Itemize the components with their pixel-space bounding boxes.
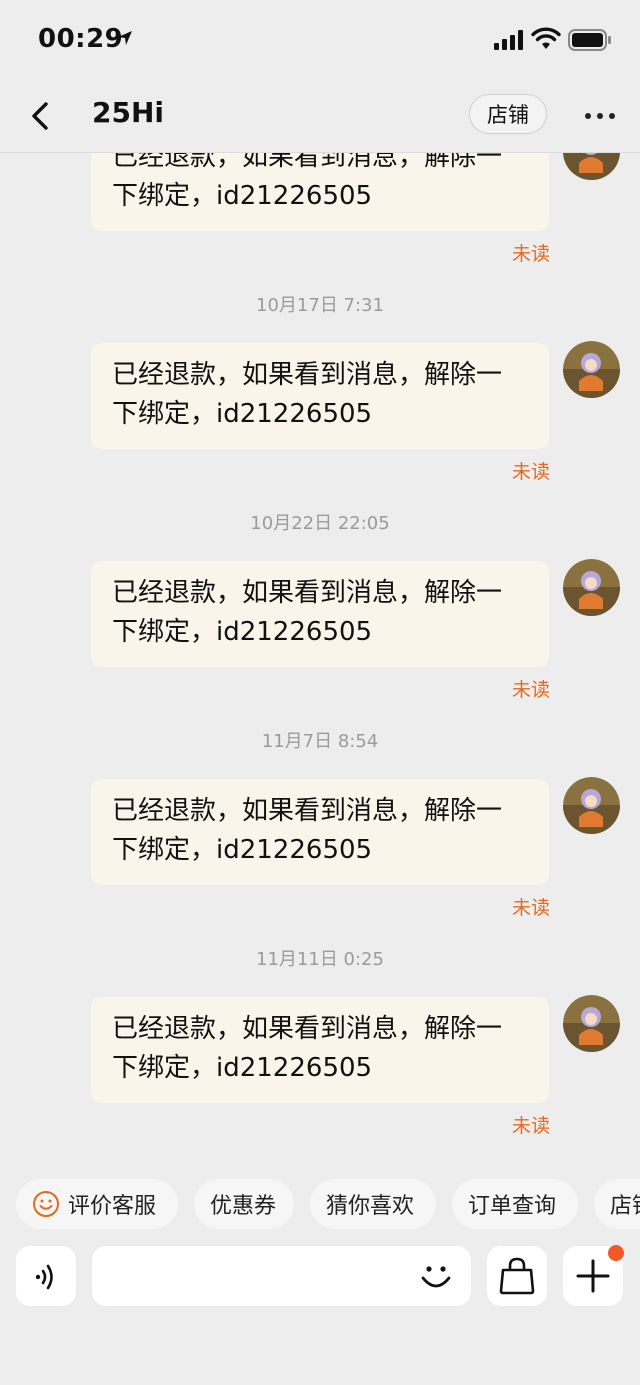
- message-bubble[interactable]: 已经退款，如果看到消息，解除一 下绑定，id21226505: [91, 561, 549, 667]
- shopping-bag-button[interactable]: [487, 1246, 547, 1306]
- message-bubble[interactable]: 已经退款，如果看到消息，解除一 下绑定，id21226505: [91, 779, 549, 885]
- chat-area[interactable]: 已经退款，如果看到消息，解除一 下绑定，id21226505 未读 10月17日…: [0, 153, 640, 1165]
- chip-label: 猜你喜欢: [326, 1194, 415, 1219]
- avatar-image: [563, 777, 620, 834]
- message-text-line: 下绑定，id21226505: [112, 1053, 373, 1083]
- more-dots-icon[interactable]: [582, 102, 618, 130]
- unread-status: 未读: [511, 461, 550, 483]
- location-arrow-icon: [118, 31, 132, 45]
- message-text-line: 已经退款，如果看到消息，解除一: [112, 153, 503, 172]
- message-timestamp: 10月17日 7:31: [256, 295, 384, 316]
- avatar[interactable]: [563, 153, 620, 180]
- chip-order-query[interactable]: 订单查询: [452, 1179, 578, 1229]
- avatar-image: [563, 153, 620, 180]
- status-time: 00:29: [38, 24, 124, 54]
- chip-shop[interactable]: 店铺: [594, 1179, 640, 1229]
- page-title: 25Hi: [92, 96, 164, 129]
- message-bubble[interactable]: 已经退款，如果看到消息，解除一 下绑定，id21226505: [91, 153, 549, 231]
- message-text-line: 下绑定，id21226505: [112, 399, 373, 429]
- unread-status: 未读: [511, 897, 550, 919]
- chip-label: 店铺: [610, 1194, 640, 1219]
- avatar[interactable]: [563, 559, 620, 616]
- quick-reply-bar: 评价客服 优惠券 猜你喜欢 订单查询 店铺: [16, 1179, 640, 1231]
- voice-icon: [35, 1264, 53, 1290]
- message-text-line: 下绑定，id21226505: [112, 835, 373, 865]
- chip-label: 评价客服: [68, 1194, 157, 1219]
- message-bubble[interactable]: 已经退款，如果看到消息，解除一 下绑定，id21226505: [91, 343, 549, 449]
- battery-icon: [568, 29, 611, 51]
- chip-label: 优惠券: [210, 1194, 277, 1219]
- message-text-line: 已经退款，如果看到消息，解除一: [112, 796, 503, 826]
- chip-coupons[interactable]: 优惠券: [194, 1179, 294, 1229]
- message-text-line: 下绑定，id21226505: [112, 617, 373, 647]
- avatar[interactable]: [563, 341, 620, 398]
- chip-rate-service[interactable]: 评价客服: [16, 1179, 178, 1229]
- avatar-image: [563, 559, 620, 616]
- avatar-image: [563, 995, 620, 1052]
- shop-button[interactable]: 店铺: [469, 94, 547, 134]
- message-timestamp: 10月22日 22:05: [250, 513, 390, 534]
- chip-label: 订单查询: [468, 1194, 557, 1219]
- smile-icon: [33, 1191, 59, 1217]
- voice-button[interactable]: [16, 1246, 76, 1306]
- avatar[interactable]: [563, 777, 620, 834]
- message-text-line: 已经退款，如果看到消息，解除一: [112, 1014, 503, 1044]
- message-bubble[interactable]: 已经退款，如果看到消息，解除一 下绑定，id21226505: [91, 997, 549, 1103]
- emoji-icon[interactable]: [416, 1256, 456, 1296]
- nav-bar: 25Hi 店铺: [0, 80, 640, 153]
- chevron-left-icon[interactable]: [26, 98, 56, 134]
- message-text-line: 已经退款，如果看到消息，解除一: [112, 578, 503, 608]
- chip-recommendations[interactable]: 猜你喜欢: [310, 1179, 436, 1229]
- unread-status: 未读: [511, 243, 550, 265]
- signal-icon: [494, 30, 523, 50]
- message-timestamp: 11月7日 8:54: [261, 731, 379, 752]
- notification-dot: [608, 1245, 624, 1261]
- message-text-line: 已经退款，如果看到消息，解除一: [112, 360, 503, 390]
- status-bar: 00:29: [0, 0, 640, 80]
- unread-status: 未读: [511, 1115, 550, 1137]
- message-text-line: 下绑定，id21226505: [112, 181, 373, 211]
- message-timestamp: 11月11日 0:25: [256, 949, 384, 970]
- message-input[interactable]: [92, 1246, 471, 1306]
- avatar-image: [563, 341, 620, 398]
- avatar[interactable]: [563, 995, 620, 1052]
- wifi-icon: [531, 27, 561, 49]
- unread-status: 未读: [511, 679, 550, 701]
- shopping-bag-icon: [499, 1257, 535, 1295]
